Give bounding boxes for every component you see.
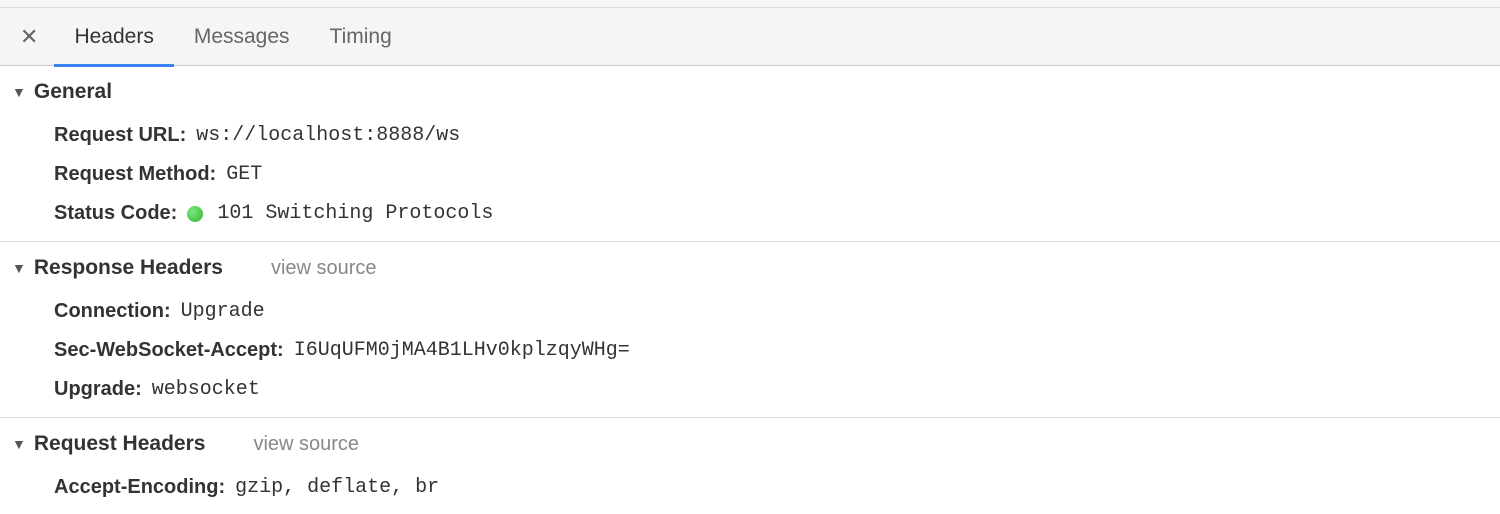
value-request-method: GET xyxy=(226,163,262,186)
value-sec-websocket-accept: I6UqUFM0jMA4B1LHv0kplzqyWHg= xyxy=(294,339,630,362)
section-header-response-headers[interactable]: ▼ Response Headers view source xyxy=(0,241,1500,292)
label-accept-encoding: Accept-Encoding: xyxy=(54,476,225,499)
chevron-down-icon[interactable]: ▼ xyxy=(12,436,26,452)
section-title-general: General xyxy=(34,80,112,104)
status-dot-icon xyxy=(187,206,203,222)
label-status-code: Status Code: xyxy=(54,202,177,225)
section-title-response-headers: Response Headers xyxy=(34,256,223,280)
close-icon[interactable]: ✕ xyxy=(8,24,54,50)
view-source-link[interactable]: view source xyxy=(271,257,377,280)
tab-timing[interactable]: Timing xyxy=(310,8,412,66)
label-request-url: Request URL: xyxy=(54,124,186,147)
row-status-code: Status Code: 101 Switching Protocols xyxy=(0,194,1500,233)
row-connection: Connection: Upgrade xyxy=(0,292,1500,331)
tab-bar: ✕ Headers Messages Timing xyxy=(0,8,1500,66)
row-upgrade: Upgrade: websocket xyxy=(0,370,1500,409)
section-header-request-headers[interactable]: ▼ Request Headers view source xyxy=(0,417,1500,468)
row-request-url: Request URL: ws://localhost:8888/ws xyxy=(0,116,1500,155)
chevron-down-icon[interactable]: ▼ xyxy=(12,84,26,100)
view-source-link[interactable]: view source xyxy=(253,433,359,456)
value-upgrade: websocket xyxy=(152,378,260,401)
value-connection: Upgrade xyxy=(181,300,265,323)
label-request-method: Request Method: xyxy=(54,163,216,186)
row-sec-websocket-accept: Sec-WebSocket-Accept: I6UqUFM0jMA4B1LHv0… xyxy=(0,331,1500,370)
row-request-method: Request Method: GET xyxy=(0,155,1500,194)
row-accept-encoding: Accept-Encoding: gzip, deflate, br xyxy=(0,468,1500,507)
chevron-down-icon[interactable]: ▼ xyxy=(12,260,26,276)
value-status-code: 101 Switching Protocols xyxy=(217,202,493,225)
headers-panel: ▼ General Request URL: ws://localhost:88… xyxy=(0,66,1500,507)
tab-headers[interactable]: Headers xyxy=(54,8,173,66)
section-title-request-headers: Request Headers xyxy=(34,432,206,456)
label-connection: Connection: xyxy=(54,300,171,323)
label-upgrade: Upgrade: xyxy=(54,378,142,401)
section-header-general[interactable]: ▼ General xyxy=(0,66,1500,116)
value-request-url: ws://localhost:8888/ws xyxy=(196,124,460,147)
tab-messages[interactable]: Messages xyxy=(174,8,310,66)
label-sec-websocket-accept: Sec-WebSocket-Accept: xyxy=(54,339,284,362)
value-accept-encoding: gzip, deflate, br xyxy=(235,476,439,499)
